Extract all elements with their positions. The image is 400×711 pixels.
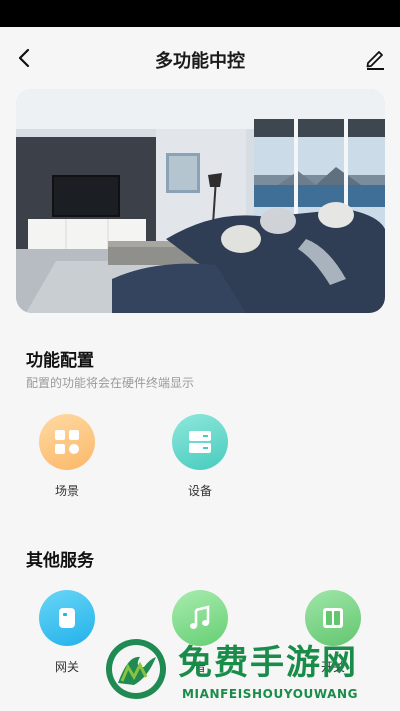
gateway-label: 网关 [54,660,79,674]
scene-tile[interactable]: 场景 [27,414,107,499]
watermark-logo-icon [106,639,166,699]
device-cabinet-icon [189,431,211,453]
pencil-icon [366,51,384,70]
watermark-text: 免费手游网 [178,643,358,683]
switch-panel-icon [323,608,343,628]
grid-scene-icon [55,430,79,454]
function-config-title: 功能配置 [26,351,94,371]
watermark: 免费手游网 MIANFEISHOUYOUWANG [100,635,400,711]
scene-label: 场景 [54,484,79,498]
hero-room-image [16,89,385,313]
other-services-title: 其他服务 [26,551,94,571]
device-label: 设备 [187,484,212,498]
watermark-pinyin: MIANFEISHOUYOUWANG [182,687,359,701]
gateway-icon [59,608,75,628]
page-title: 多功能中控 [155,51,245,72]
gateway-tile[interactable]: 网关 [27,590,107,675]
edit-button[interactable] [362,45,388,71]
music-note-icon [190,605,210,629]
function-config-subtitle: 配置的功能将会在硬件终端显示 [26,376,195,390]
status-bar [0,0,400,27]
device-tile[interactable]: 设备 [160,414,240,499]
header-bar: 多功能中控 [0,27,400,91]
